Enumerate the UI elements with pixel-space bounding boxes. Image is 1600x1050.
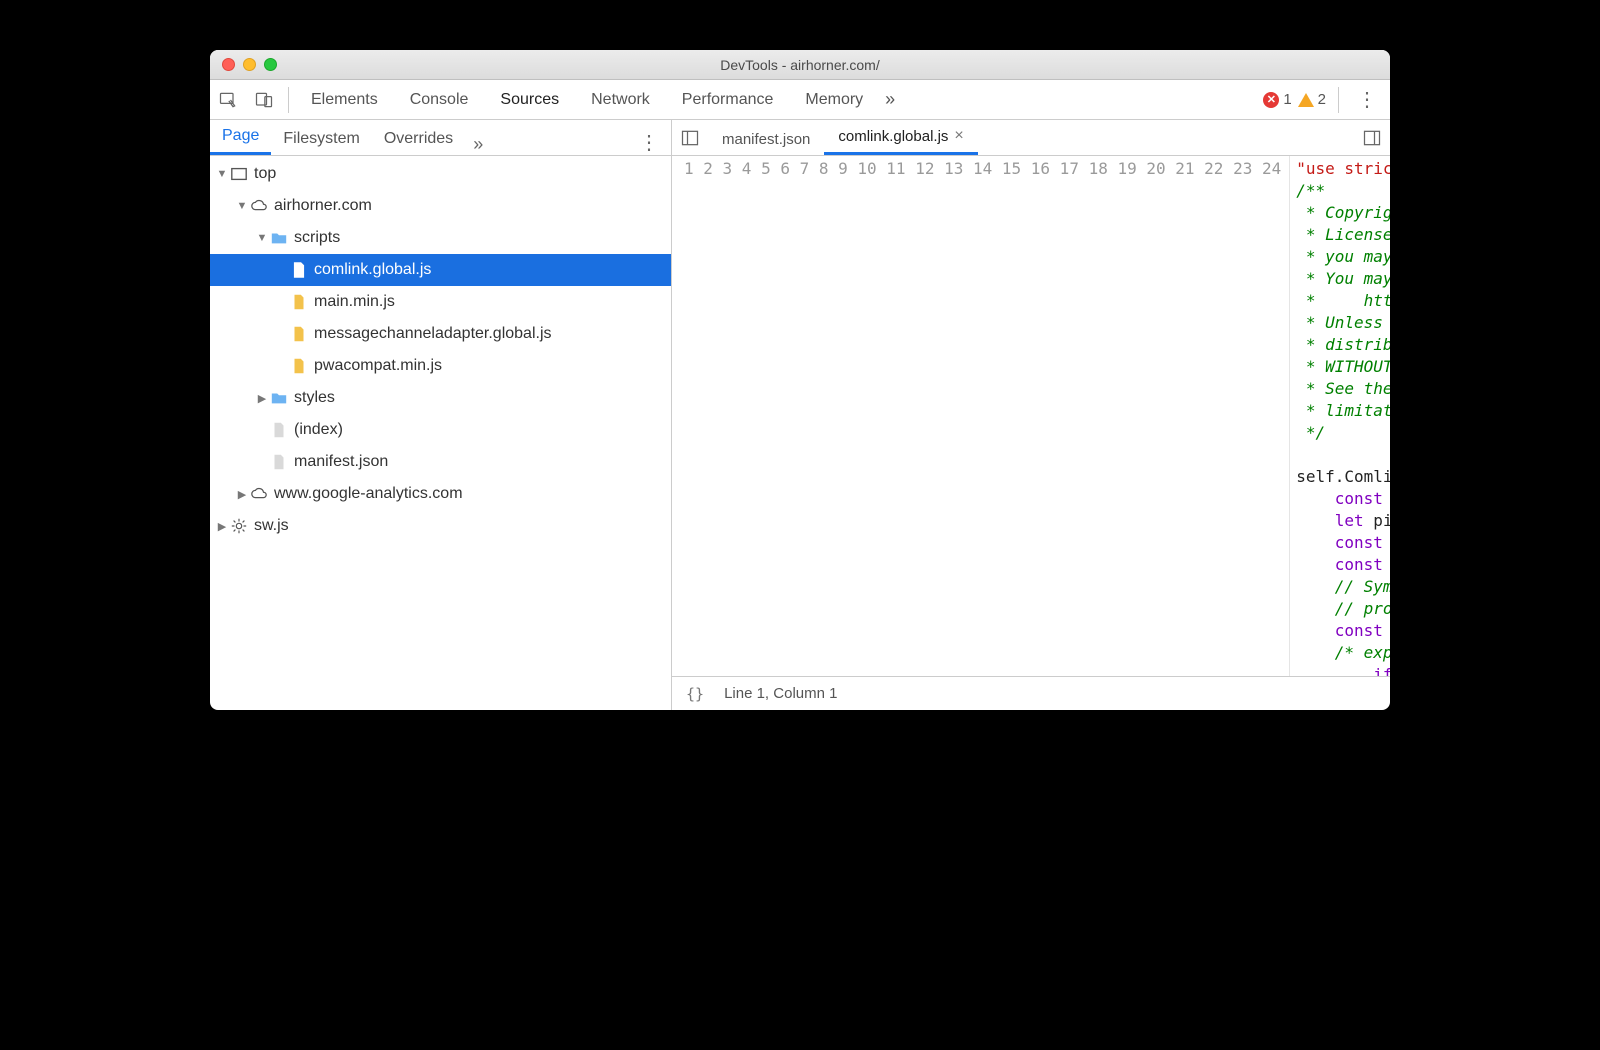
tree-file-manifest[interactable]: manifest.json [210,446,671,478]
file-icon [270,421,288,439]
tree-label: airhorner.com [274,197,372,215]
chevron-right-icon: ▶ [236,488,248,501]
minimize-button[interactable] [243,58,256,71]
code-content[interactable]: "use strict"; /** * Copyright 2017 Googl… [1290,156,1390,676]
close-tab-icon[interactable]: × [954,127,963,145]
tree-file-index[interactable]: (index) [210,414,671,446]
tree-top[interactable]: ▼ top [210,158,671,190]
tree-label: (index) [294,421,343,439]
navigator-pane: Page Filesystem Overrides » ⋮ ▼ top ▼ ai… [210,120,672,710]
file-icon [270,453,288,471]
folder-icon [270,229,288,247]
tab-network[interactable]: Network [575,80,666,119]
toggle-navigator-icon[interactable] [672,120,708,155]
warning-icon [1298,93,1314,107]
editor-tabs: manifest.json comlink.global.js × [672,120,1390,156]
tab-memory[interactable]: Memory [789,80,879,119]
cloud-icon [250,197,268,215]
more-tabs-icon[interactable]: » [879,89,901,110]
window-title: DevTools - airhorner.com/ [210,57,1390,73]
navigator-menu-icon[interactable]: ⋮ [627,130,671,155]
warning-count: 2 [1318,91,1326,108]
navigator-tab-page[interactable]: Page [210,121,271,155]
tree-folder-scripts[interactable]: ▼ scripts [210,222,671,254]
tree-label: manifest.json [294,453,388,471]
tree-label: top [254,165,276,183]
close-button[interactable] [222,58,235,71]
tree-label: main.min.js [314,293,395,311]
cloud-icon [250,485,268,503]
tree-domain-ga[interactable]: ▶ www.google-analytics.com [210,478,671,510]
frame-icon [230,165,248,183]
settings-menu-icon[interactable]: ⋮ [1345,87,1390,112]
tree-label: comlink.global.js [314,261,431,279]
tree-folder-styles[interactable]: ▶ styles [210,382,671,414]
navigator-tabs: Page Filesystem Overrides » ⋮ [210,120,671,156]
chevron-down-icon: ▼ [256,232,268,244]
editor-tab-manifest[interactable]: manifest.json [708,125,824,155]
tree-label: www.google-analytics.com [274,485,463,503]
tree-file-pwacompat[interactable]: pwacompat.min.js [210,350,671,382]
tab-sources[interactable]: Sources [484,80,575,119]
pretty-print-icon[interactable]: {} [686,685,704,703]
navigator-tab-overrides[interactable]: Overrides [372,124,465,155]
tab-performance[interactable]: Performance [666,80,790,119]
editor-statusbar: {} Line 1, Column 1 [672,676,1390,710]
tree-label: scripts [294,229,340,247]
navigator-tab-filesystem[interactable]: Filesystem [271,124,371,155]
separator [288,87,289,113]
tree-label: messagechanneladapter.global.js [314,325,552,343]
chevron-down-icon: ▼ [216,168,228,180]
chevron-right-icon: ▶ [256,392,268,405]
tree-sw[interactable]: ▶ sw.js [210,510,671,542]
cursor-position: Line 1, Column 1 [724,685,837,702]
js-file-icon [290,357,308,375]
panel-body: Page Filesystem Overrides » ⋮ ▼ top ▼ ai… [210,120,1390,710]
separator [1338,87,1339,113]
code-editor[interactable]: 1 2 3 4 5 6 7 8 9 10 11 12 13 14 15 16 1… [672,156,1390,676]
file-icon [290,261,308,279]
folder-icon [270,389,288,407]
tree-label: pwacompat.min.js [314,357,442,375]
window-controls [210,58,277,71]
tree-label: styles [294,389,335,407]
chevron-right-icon: ▶ [216,520,228,533]
service-worker-icon [230,517,248,535]
main-toolbar: Elements Console Sources Network Perform… [210,80,1390,120]
editor-tab-label: manifest.json [722,131,810,148]
error-warning-counts[interactable]: ✕1 2 [1263,91,1332,108]
maximize-button[interactable] [264,58,277,71]
navigator-more-icon[interactable]: » [465,134,491,155]
tab-elements[interactable]: Elements [295,80,394,119]
error-count: 1 [1283,91,1291,108]
chevron-down-icon: ▼ [236,200,248,212]
tree-file-mainmin[interactable]: main.min.js [210,286,671,318]
error-icon: ✕ [1263,92,1279,108]
editor-tab-label: comlink.global.js [838,128,948,145]
js-file-icon [290,293,308,311]
titlebar: DevTools - airhorner.com/ [210,50,1390,80]
file-tree: ▼ top ▼ airhorner.com ▼ scripts comlink.… [210,156,671,710]
inspect-element-icon[interactable] [210,90,246,110]
line-gutter: 1 2 3 4 5 6 7 8 9 10 11 12 13 14 15 16 1… [672,156,1290,676]
js-file-icon [290,325,308,343]
tree-label: sw.js [254,517,289,535]
devtools-window: DevTools - airhorner.com/ Elements Conso… [210,50,1390,710]
tree-file-msgchannel[interactable]: messagechanneladapter.global.js [210,318,671,350]
tree-file-comlink[interactable]: comlink.global.js [210,254,671,286]
editor-pane: manifest.json comlink.global.js × 1 2 3 … [672,120,1390,710]
device-toolbar-icon[interactable] [246,90,282,110]
tree-domain[interactable]: ▼ airhorner.com [210,190,671,222]
editor-tab-comlink[interactable]: comlink.global.js × [824,121,977,155]
toggle-debugger-icon[interactable] [1354,120,1390,155]
tab-console[interactable]: Console [394,80,485,119]
